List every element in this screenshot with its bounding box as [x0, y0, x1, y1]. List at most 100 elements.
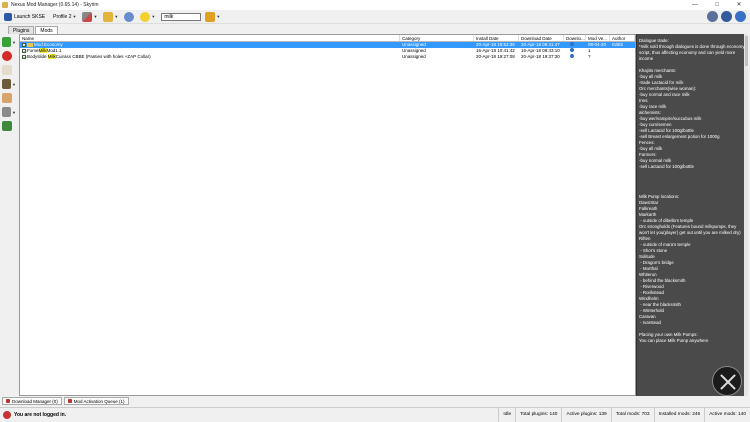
- scrollbar-thumb[interactable]: [744, 36, 748, 66]
- login-text: You are not logged in.: [14, 411, 67, 418]
- chevron-down-icon: ▼: [12, 109, 16, 115]
- edit-mod-button[interactable]: [2, 64, 16, 76]
- categories-button[interactable]: ▼: [2, 78, 16, 90]
- settings-button[interactable]: [122, 11, 136, 23]
- tab-mods[interactable]: Mods: [35, 26, 58, 34]
- mod-name-suffix: Cuirass CBBE (Panties with holes +ZAP Co…: [55, 54, 151, 59]
- pencil-icon: [205, 11, 216, 22]
- folder-icon: [27, 42, 33, 47]
- lightbulb-icon: [140, 11, 151, 22]
- plus-icon: [2, 37, 12, 47]
- folder-icon: [103, 11, 114, 22]
- account-icon[interactable]: [707, 11, 718, 22]
- mods-grid: Name Category Install Date Download Date…: [19, 34, 636, 396]
- add-mod-button[interactable]: ▼: [2, 36, 16, 48]
- chevron-down-icon: ▼: [12, 81, 16, 87]
- status-idle: Idle: [498, 407, 515, 422]
- nexus-link-icon[interactable]: [570, 42, 574, 46]
- column-download-date[interactable]: Download Date: [519, 35, 564, 41]
- mod-checkbox[interactable]: [22, 48, 26, 53]
- user-avatar-icon: [3, 410, 11, 419]
- column-install-date[interactable]: Install Date: [474, 35, 519, 41]
- mod-description-text: Dialogue trade: *milk sold through dialo…: [639, 38, 745, 343]
- status-total-plugins: Total plugins: 140: [515, 407, 561, 422]
- status-bar: You are not logged in. Idle Total plugin…: [0, 407, 750, 422]
- app-icon: [2, 2, 8, 8]
- download-icon: [6, 399, 10, 403]
- table-row[interactable]: Bodyslide MilkCuirass CBBE (Panties with…: [20, 54, 635, 60]
- maximize-button[interactable]: □: [706, 0, 728, 10]
- status-active-plugins: Active plugins: 139: [561, 407, 610, 422]
- column-author[interactable]: Author: [610, 35, 635, 41]
- tab-label: Mod Activation Queue (1): [73, 398, 125, 404]
- queue-icon: [67, 399, 72, 403]
- tools-button[interactable]: ▼: [80, 11, 99, 23]
- gear-icon: [124, 11, 135, 22]
- mod-author: EdEb: [612, 42, 624, 47]
- mod-download-id: [564, 54, 586, 60]
- list-view-button[interactable]: ▼: [2, 106, 16, 118]
- filter-button[interactable]: ▼: [203, 11, 222, 23]
- column-mod-version[interactable]: Mod Ve...: [586, 35, 610, 41]
- overlay-x-icon: [712, 366, 742, 396]
- mod-name-cell: Bodyslide MilkCuirass CBBE (Panties with…: [20, 54, 400, 60]
- search-highlight: Milk: [47, 54, 56, 59]
- window-title: Nexus Mod Manager (0.65.14) - Skyrim: [11, 2, 99, 8]
- mod-name: Bodyslide: [27, 54, 48, 59]
- export-button[interactable]: [2, 120, 16, 132]
- mod-checkbox[interactable]: [22, 42, 26, 47]
- nexus-link-icon[interactable]: [570, 54, 574, 58]
- column-name[interactable]: Name: [20, 35, 400, 41]
- title-bar: Nexus Mod Manager (0.65.14) - Skyrim — □…: [0, 0, 750, 10]
- refresh-icon[interactable]: [721, 11, 732, 22]
- mod-name: Fome: [27, 48, 39, 53]
- edit-icon: [2, 65, 12, 75]
- mod-download-date: 20-Apr-18 19:37:30: [521, 54, 560, 59]
- info-icon[interactable]: [735, 11, 746, 22]
- mod-description-panel[interactable]: Dialogue trade: *milk sold through dialo…: [636, 34, 748, 396]
- mod-category: Unassigned: [402, 54, 426, 59]
- launch-button[interactable]: Launch SKSE: [2, 11, 47, 23]
- nexus-link-icon[interactable]: [570, 48, 574, 52]
- chevron-down-icon: ▼: [72, 14, 77, 19]
- chevron-down-icon: ▼: [114, 14, 119, 19]
- main-tabs: Plugins Mods: [8, 26, 59, 34]
- endorse-button[interactable]: [2, 92, 16, 104]
- help-button[interactable]: ▼: [138, 11, 157, 23]
- search-input[interactable]: [161, 12, 202, 21]
- chevron-down-icon: ▼: [151, 14, 156, 19]
- tab-mod-activation-queue[interactable]: Mod Activation Queue (1): [63, 397, 129, 405]
- export-icon: [2, 121, 12, 131]
- mod-actions-toolbar: ▼ ▼ ▼: [0, 34, 18, 396]
- launch-label: Launch SKSE: [14, 13, 46, 20]
- mod-version: ?: [588, 54, 591, 59]
- close-button[interactable]: ✕: [728, 0, 750, 10]
- chevron-down-icon: ▼: [93, 14, 98, 19]
- chevron-down-icon: ▼: [12, 39, 16, 45]
- search-highlight: Milk: [38, 48, 47, 53]
- tab-label: Download Manager (0): [12, 398, 58, 404]
- mod-checkbox[interactable]: [22, 54, 26, 59]
- thumbs-up-icon: [2, 93, 12, 103]
- profile-label: Profile 2: [53, 13, 72, 20]
- tab-download-manager[interactable]: Download Manager (0): [2, 397, 62, 405]
- binoculars-icon: [2, 79, 12, 89]
- toolbar: Launch SKSE Profile 2 ▼ ▼ ▼ ▼ ▼: [0, 10, 750, 24]
- grid-header: Name Category Install Date Download Date…: [20, 35, 635, 42]
- skse-icon: [4, 12, 12, 21]
- profile-button[interactable]: Profile 2 ▼: [49, 11, 78, 23]
- tools-icon: [82, 11, 93, 22]
- login-status[interactable]: You are not logged in.: [3, 410, 67, 419]
- remove-icon: [2, 51, 12, 61]
- tab-plugins[interactable]: Plugins: [8, 26, 35, 34]
- folders-button[interactable]: ▼: [101, 11, 120, 23]
- status-installed-mods: Installed mods: 246: [653, 407, 705, 422]
- list-icon: [2, 107, 12, 117]
- remove-mod-button[interactable]: [2, 50, 16, 62]
- description-scrollbar[interactable]: [744, 34, 748, 396]
- mod-install-date: 20-Apr-18 19:27:08: [476, 54, 515, 59]
- bottom-tabs: Download Manager (0) Mod Activation Queu…: [0, 397, 750, 405]
- column-category[interactable]: Category: [400, 35, 474, 41]
- column-download-id[interactable]: Downlo...: [564, 35, 586, 41]
- minimize-button[interactable]: —: [684, 0, 706, 10]
